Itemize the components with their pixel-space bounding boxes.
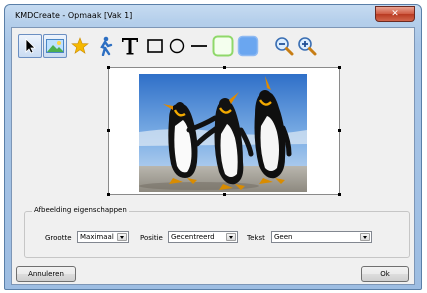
resize-handle-right[interactable] [338, 129, 341, 132]
resize-handle-bottom-left[interactable] [107, 193, 110, 196]
text-select[interactable]: Geen [271, 231, 372, 243]
chevron-down-icon[interactable] [360, 233, 370, 241]
dialog-client-area: Afbeelding eigenschappen Grootte Maximaa… [11, 27, 415, 285]
resize-handle-left[interactable] [107, 129, 110, 132]
green-fill-button[interactable] [211, 34, 235, 58]
rounded-rect-blue-icon [237, 35, 259, 57]
zoom-out-button[interactable] [272, 34, 296, 58]
resize-handle-top-left[interactable] [107, 66, 110, 69]
star-tool-button[interactable] [68, 34, 92, 58]
cancel-button[interactable]: Annuleren [16, 266, 76, 282]
close-icon: ✕ [391, 9, 399, 19]
pointer-tool-button[interactable] [18, 34, 42, 58]
person-figure-icon [100, 36, 113, 56]
image-tool-button[interactable] [43, 34, 67, 58]
text-t-icon [122, 38, 138, 55]
rectangle-icon [147, 39, 163, 53]
size-label: Grootte [45, 234, 72, 242]
circle-icon [169, 38, 185, 54]
window-title: KMDCreate - Opmaak [Vak 1] [15, 11, 133, 20]
position-select-value: Gecentreerd [171, 233, 215, 241]
text-select-value: Geen [274, 233, 293, 241]
resize-handle-top[interactable] [223, 66, 226, 69]
title-bar[interactable]: KMDCreate - Opmaak [Vak 1] ✕ [5, 5, 421, 25]
design-canvas[interactable] [107, 66, 341, 196]
close-button[interactable]: ✕ [375, 6, 415, 22]
rounded-rect-green-icon [212, 35, 234, 57]
line-tool-button[interactable] [187, 34, 211, 58]
resize-handle-bottom-right[interactable] [338, 193, 341, 196]
position-select[interactable]: Gecentreerd [168, 231, 238, 243]
size-select-value: Maximaal [80, 233, 114, 241]
blue-fill-button[interactable] [236, 34, 260, 58]
size-select[interactable]: Maximaal [77, 231, 129, 243]
arrow-cursor-icon [25, 38, 36, 54]
rectangle-tool-button[interactable] [143, 34, 167, 58]
zoom-in-icon [298, 37, 317, 56]
penguin-image[interactable] [139, 74, 307, 192]
text-label: Tekst [247, 234, 265, 242]
dialog-window: KMDCreate - Opmaak [Vak 1] ✕ Afbeelding … [4, 4, 422, 290]
clipart-tool-button[interactable] [93, 34, 117, 58]
toolbar [15, 31, 411, 61]
position-label: Positie [140, 234, 163, 242]
text-tool-button[interactable] [118, 34, 142, 58]
ellipse-tool-button[interactable] [165, 34, 189, 58]
zoom-out-icon [275, 37, 294, 56]
resize-handle-top-right[interactable] [338, 66, 341, 69]
landscape-image-icon [46, 39, 64, 53]
ok-button[interactable]: Ok [361, 266, 409, 282]
chevron-down-icon[interactable] [117, 233, 127, 241]
resize-handle-bottom[interactable] [223, 193, 226, 196]
image-properties-title: Afbeelding eigenschappen [32, 206, 129, 214]
zoom-in-button[interactable] [295, 34, 319, 58]
line-icon [191, 45, 207, 47]
star-icon [71, 37, 89, 54]
chevron-down-icon[interactable] [226, 233, 236, 241]
